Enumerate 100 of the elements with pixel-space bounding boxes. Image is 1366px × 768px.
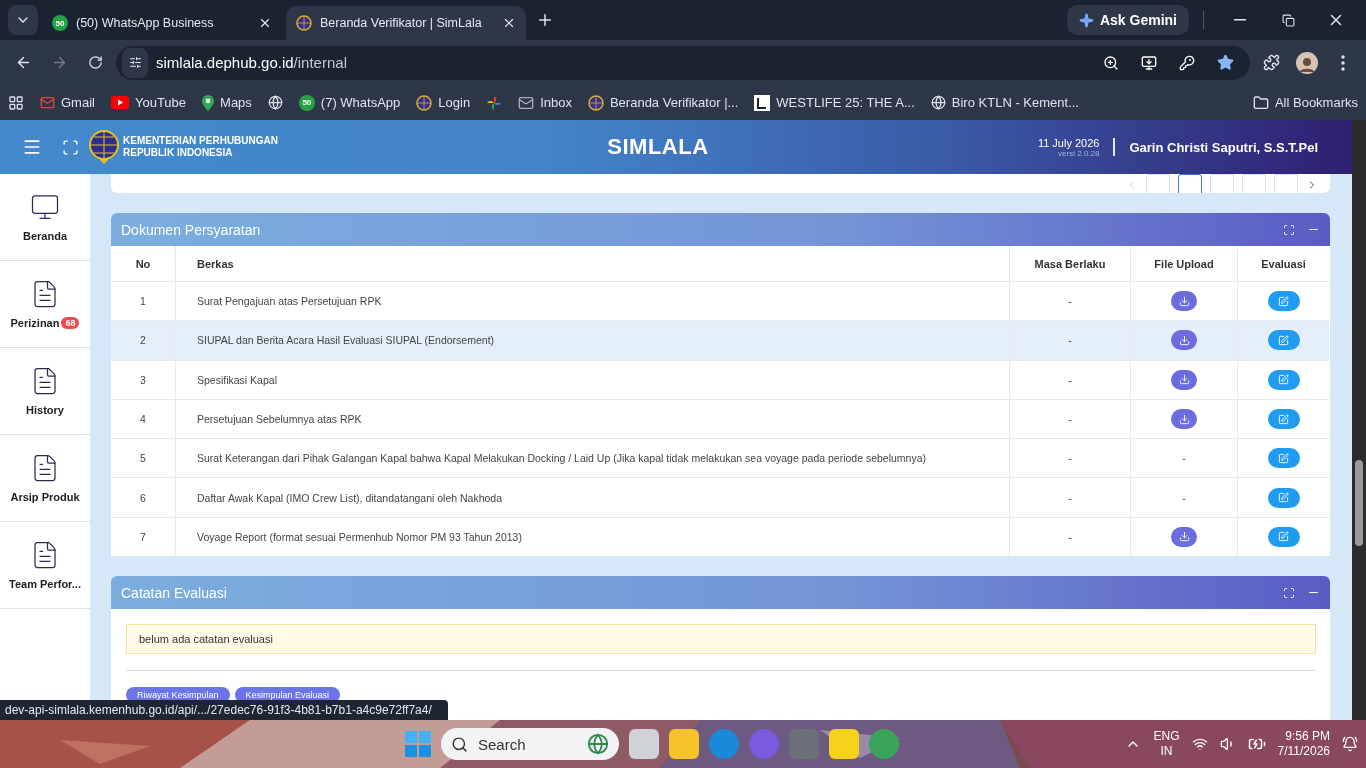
bookmark[interactable]: Gmail — [40, 95, 95, 110]
bookmark[interactable]: Login — [416, 94, 471, 111]
download-button[interactable] — [1171, 330, 1197, 351]
edit-button[interactable] — [1267, 526, 1300, 547]
bookmark[interactable] — [267, 95, 283, 110]
sliders-icon — [128, 56, 142, 69]
clock[interactable]: 9:56 PM 7/11/2026 — [1277, 729, 1330, 759]
column-header: No — [134, 256, 152, 272]
table-cell: - — [1009, 320, 1130, 360]
plus-icon — [536, 11, 554, 29]
minimize-icon — [1234, 19, 1246, 21]
ministry-name: KEMENTERIAN PERHUBUNGAN REPUBLIK INDONESIA — [123, 135, 278, 159]
download-icon — [1178, 374, 1190, 386]
close-icon[interactable] — [502, 16, 516, 30]
bookmark[interactable]: Maps — [202, 94, 252, 111]
notification-icon[interactable] — [1342, 736, 1358, 752]
logo-icon — [754, 94, 771, 111]
count-badge: 68 — [61, 317, 80, 329]
site-settings-button[interactable] — [122, 47, 148, 78]
bookmark[interactable]: YouTube — [110, 95, 187, 110]
all-bookmarks[interactable]: All Bookmarks — [1252, 94, 1358, 111]
table-cell: - — [1009, 398, 1130, 439]
apps-icon[interactable] — [8, 94, 24, 111]
download-button[interactable] — [1171, 526, 1197, 547]
fullscreen-icon[interactable] — [1283, 223, 1295, 236]
key-icon[interactable] — [1179, 54, 1195, 71]
table-cell: - — [1009, 438, 1130, 478]
play-icon — [110, 96, 129, 109]
table-cell: SIUPAL dan Berita Acara Hasil Evaluasi SIUPAL (Endorsement) — [175, 320, 1009, 360]
reload-icon — [87, 55, 103, 70]
restore-icon — [1281, 13, 1295, 27]
edit-icon — [1278, 531, 1289, 543]
scrollbar[interactable] — [1352, 120, 1366, 720]
user-name: Garin Christi Saputri, S.S.T.Pel — [1129, 139, 1318, 155]
version: versi 2.0.28 — [1058, 148, 1100, 158]
bookmark-star-icon[interactable] — [1217, 54, 1234, 71]
bookmark[interactable]: WESTLIFE 25: THE A... — [754, 94, 915, 111]
edit-button[interactable] — [1267, 409, 1300, 430]
tab-list-button[interactable] — [8, 5, 38, 35]
search-icon — [451, 735, 468, 753]
notice: belum ada catatan evaluasi — [126, 624, 1316, 655]
table-cell: - — [1009, 359, 1130, 399]
table-cell: Voyage Report (format sesuai Permenhub Nomor PM 93 Tahun 2013) — [175, 516, 1009, 557]
download-button[interactable] — [1171, 409, 1197, 430]
sidebar-item[interactable]: Arsip Produk — [0, 435, 90, 522]
fullscreen-icon[interactable] — [62, 138, 79, 156]
mail-icon — [518, 94, 535, 111]
bookmark[interactable]: Inbox — [518, 94, 572, 111]
install-icon[interactable] — [1141, 54, 1157, 71]
page-button[interactable] — [1178, 174, 1202, 193]
browser-tab[interactable]: Beranda Verifikator | SimLala — [286, 6, 526, 40]
fullscreen-icon[interactable] — [1283, 586, 1295, 599]
emblem-icon — [416, 94, 433, 111]
emblem-icon — [87, 129, 121, 165]
date: 11 July 2026 — [1037, 136, 1100, 149]
sidebar-item[interactable]: Team Perfor... — [0, 522, 90, 609]
pinwheel-icon — [486, 94, 503, 111]
download-button[interactable] — [1171, 369, 1197, 390]
download-button[interactable] — [1171, 291, 1197, 312]
monitor-icon — [30, 192, 60, 222]
table-cell: Surat Pengajuan atas Persetujuan RPK — [175, 281, 1009, 321]
panel-title: Dokumen Persyaratan — [121, 221, 262, 238]
link-preview: dev-api-simlala.kemenhub.go.id/api/.../27edec76-91f3-4b81-b7b1-a4c9e72ff7a4/ — [0, 700, 448, 720]
app-title: SIMLALA — [606, 134, 710, 160]
globe-icon — [267, 95, 283, 110]
search-field[interactable]: Search — [441, 728, 619, 760]
bookmark[interactable]: 50 (7) WhatsApp — [298, 94, 401, 111]
edit-button[interactable] — [1267, 487, 1300, 508]
sidebar-item[interactable]: Beranda — [0, 174, 90, 261]
globe-icon — [930, 95, 946, 110]
zoom-icon[interactable] — [1103, 54, 1119, 71]
wifi-icon[interactable] — [1191, 736, 1208, 752]
sidebar-item[interactable]: History — [0, 348, 90, 435]
download-icon — [1178, 334, 1190, 346]
profile-avatar[interactable] — [1296, 51, 1318, 74]
edit-button[interactable] — [1267, 291, 1300, 312]
download-icon — [1178, 295, 1190, 307]
close-icon[interactable] — [258, 16, 272, 30]
language-indicator[interactable]: ENG IN — [1153, 729, 1180, 759]
download-icon — [1178, 413, 1190, 425]
ask-gemini-button[interactable]: Ask Gemini — [1066, 5, 1189, 35]
address-bar[interactable]: simlala.dephub.go.id/internal — [116, 45, 1250, 80]
table-cell: - — [1130, 477, 1237, 517]
sidebar-item[interactable]: Perizinan 68 — [0, 261, 90, 348]
bookmark[interactable] — [486, 94, 503, 111]
emblem-icon — [296, 15, 312, 31]
table-cell: Daftar Awak Kapal (IMO Crew List), ditandatangani oleh Nakhoda — [175, 477, 1009, 517]
whatsapp-icon: 50 — [298, 94, 315, 111]
edit-icon — [1278, 492, 1289, 504]
edit-button[interactable] — [1267, 448, 1300, 469]
browser-tab[interactable]: 50 (50) WhatsApp Business — [42, 6, 282, 40]
menu-icon[interactable] — [22, 137, 42, 157]
edit-button[interactable] — [1267, 330, 1300, 351]
table-cell: Persetujuan Sebelumnya atas RPK — [175, 398, 1009, 439]
table-cell: - — [1130, 438, 1237, 478]
table-cell: Spesifikasi Kapal — [175, 359, 1009, 399]
edit-button[interactable] — [1267, 369, 1300, 390]
bookmark[interactable]: Biro KTLN - Kement... — [930, 95, 1079, 110]
table-cell: Surat Keterangan dari Pihak Galangan Kapal bahwa Kapal Melakukan Docking / Laid Up (Jika kapal tidak melakukan sea voyage pada periode sebelumnya) — [175, 438, 1009, 478]
bookmark[interactable]: Beranda Verifikator |... — [587, 94, 739, 111]
